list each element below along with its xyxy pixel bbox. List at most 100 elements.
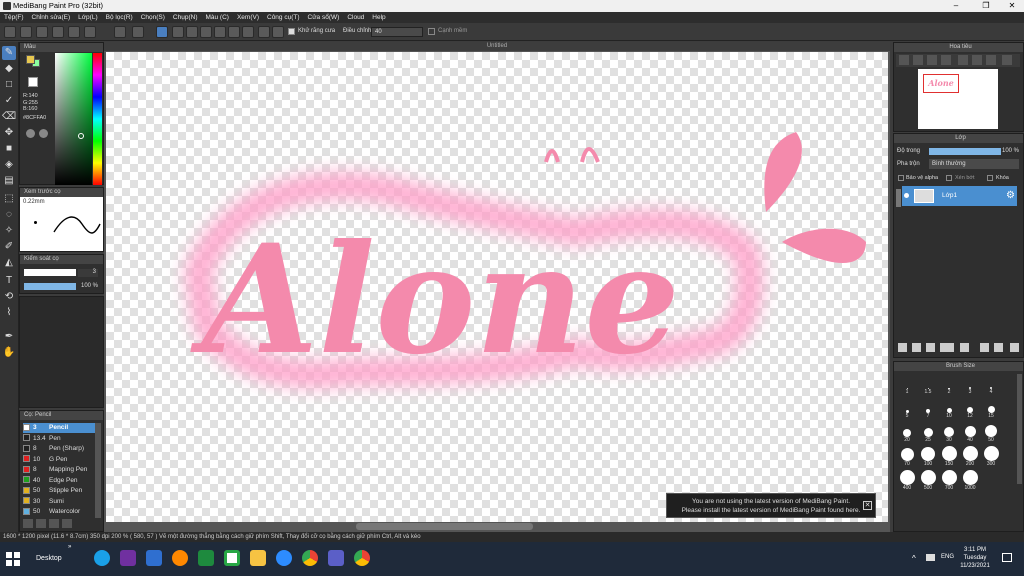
brush-size-option[interactable]: 40 [960, 422, 980, 443]
eraser-tool-icon[interactable]: ◆ [2, 62, 16, 76]
brush-list-item[interactable]: 50 Watercolor [23, 507, 95, 517]
notification-close-icon[interactable]: ✕ [863, 501, 872, 510]
battery-icon[interactable] [926, 554, 935, 561]
select-pen-icon[interactable]: ✓ [2, 94, 16, 108]
document-tab[interactable]: Untitled [104, 42, 890, 51]
brush-settings-icon[interactable] [49, 519, 59, 528]
layer-visibility-icon[interactable] [904, 193, 909, 198]
actual-size-icon[interactable] [941, 55, 951, 65]
app-icon-purple[interactable] [120, 550, 136, 566]
layer-row[interactable]: Lớp1 ⚙ [902, 186, 1017, 206]
desktop-label[interactable]: Desktop [36, 555, 62, 562]
menu-filter[interactable]: Bộ lọc(R) [106, 14, 133, 21]
brush-size-option[interactable]: 100 [918, 446, 938, 467]
brush-size-option[interactable]: 50 [981, 422, 1001, 443]
medibang-taskbar-icon[interactable] [224, 550, 240, 566]
brush-size-option[interactable]: 30 [939, 422, 959, 443]
brush-size-option[interactable]: 400 [897, 470, 917, 491]
flip-horizontal-icon[interactable] [1002, 55, 1012, 65]
clock[interactable]: 3:11 PM Tuesday 11/23/2021 [958, 546, 992, 570]
smooth-checkbox[interactable] [428, 28, 435, 35]
brush-list-item[interactable]: 40 Edge Pen [23, 476, 95, 486]
background-color-swatch[interactable] [28, 77, 38, 87]
menu-file[interactable]: Tệp(F) [4, 14, 24, 21]
brush-size-value[interactable]: 3 [78, 269, 98, 277]
brush-size-option[interactable]: 7 [918, 398, 938, 419]
zoom-in-icon[interactable] [899, 55, 909, 65]
color-picker-handle[interactable] [78, 133, 84, 139]
brush-delete-icon[interactable] [62, 519, 72, 528]
menu-color[interactable]: Màu (C) [205, 14, 228, 21]
clipping-checkbox[interactable] [946, 175, 952, 181]
brush-size-option[interactable]: 2 [939, 374, 959, 395]
color-wheel-icon[interactable] [26, 129, 35, 138]
rotate-left-icon[interactable] [958, 55, 968, 65]
brush-size-option[interactable]: 500 [918, 470, 938, 491]
cloud-save-icon[interactable] [36, 26, 48, 38]
menu-view[interactable]: Xem(V) [237, 14, 259, 21]
reset-rotation-icon[interactable] [986, 55, 996, 65]
flip-icon[interactable] [242, 26, 254, 38]
fill-rect-icon[interactable]: ■ [2, 142, 16, 156]
deselect-icon[interactable] [186, 26, 198, 38]
home-icon[interactable] [4, 26, 16, 38]
add-layer-menu-icon[interactable] [940, 343, 954, 352]
chrome-icon-2[interactable] [354, 550, 370, 566]
rotate-icon[interactable] [228, 26, 240, 38]
panel-icon[interactable] [84, 26, 96, 38]
brush-size-option[interactable]: 25 [918, 422, 938, 443]
settings-icon[interactable] [258, 26, 270, 38]
brush-size-option[interactable]: 700 [939, 470, 959, 491]
lasso-tool-icon[interactable]: ◌ [2, 208, 16, 222]
brush-size-option[interactable]: 300 [981, 446, 1001, 467]
hand-tool-icon[interactable]: ✋ [2, 346, 16, 360]
brush-size-slider[interactable] [24, 269, 76, 276]
text-tool-icon[interactable]: T [2, 274, 16, 288]
brush-opacity-slider[interactable] [24, 283, 76, 290]
merge-down-icon[interactable] [994, 343, 1003, 352]
layer-opacity-slider[interactable] [929, 148, 1001, 155]
brush-list-item[interactable]: 8 Mapping Pen [23, 465, 95, 475]
move-tool-icon[interactable]: ✥ [2, 126, 16, 140]
hue-slider[interactable] [93, 53, 102, 185]
blend-mode-select[interactable]: Bình thường [929, 159, 1019, 169]
transform-icon[interactable] [214, 26, 226, 38]
palette-icon[interactable] [39, 129, 48, 138]
fit-icon[interactable] [927, 55, 937, 65]
protect-alpha-checkbox[interactable] [898, 175, 904, 181]
new-halftone-layer-icon[interactable] [912, 343, 921, 352]
notifications-icon[interactable] [1002, 553, 1012, 562]
select-all-icon[interactable] [172, 26, 184, 38]
bucket-tool-icon[interactable]: ◈ [2, 158, 16, 172]
adjust-select[interactable]: 40 [371, 27, 423, 37]
zoom-icon[interactable] [276, 550, 292, 566]
new-8bit-layer-icon[interactable] [926, 343, 935, 352]
navigator-thumbnail[interactable]: Alone [918, 69, 998, 129]
brush-size-option[interactable]: 1000 [960, 470, 980, 491]
saturation-value-picker[interactable] [55, 53, 92, 185]
divide-tool-icon[interactable]: ◭ [2, 256, 16, 270]
chrome-icon[interactable] [302, 550, 318, 566]
select-eraser-icon[interactable]: ⌫ [2, 110, 16, 124]
menu-window[interactable]: Cửa sổ(W) [308, 14, 340, 21]
minimize-icon[interactable]: – [942, 0, 970, 12]
brush-list-item[interactable]: 10 G Pen [23, 455, 95, 465]
brush-size-option[interactable]: 1 [897, 374, 917, 395]
comment-icon[interactable] [52, 26, 64, 38]
rect-select-icon[interactable]: ⬚ [2, 192, 16, 206]
navigator-viewport[interactable]: Alone [923, 74, 959, 93]
selection-off-icon[interactable] [156, 26, 168, 38]
wifi-app-icon[interactable] [172, 550, 188, 566]
pen-tool-icon[interactable]: ✒ [2, 330, 16, 344]
undo-icon[interactable] [114, 26, 126, 38]
desktop-chevron-icon[interactable]: » [68, 544, 71, 550]
brush-list-item[interactable]: 3 Pencil [23, 423, 95, 433]
brush-list-item[interactable]: 50 Stipple Pen [23, 486, 95, 496]
layer-settings-icon[interactable]: ⚙ [1006, 190, 1015, 201]
rotate-right-icon[interactable] [972, 55, 982, 65]
file-explorer-icon[interactable] [250, 550, 266, 566]
menu-help[interactable]: Help [372, 14, 385, 21]
brush-list-item[interactable]: 30 Sumi [23, 497, 95, 507]
brush-size-option[interactable]: 20 [897, 422, 917, 443]
delete-layer-icon[interactable] [1010, 343, 1019, 352]
